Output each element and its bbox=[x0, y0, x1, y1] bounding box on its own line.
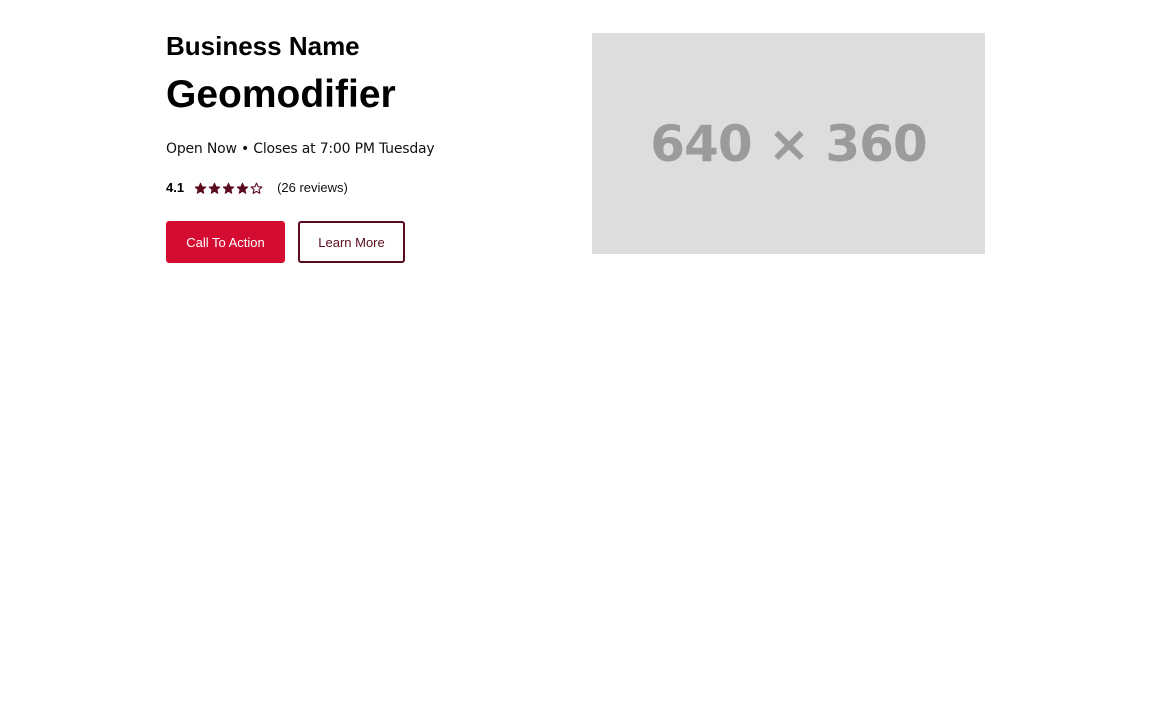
review-count[interactable]: (26 reviews) bbox=[277, 179, 348, 197]
star-filled-icon bbox=[208, 182, 221, 194]
star-empty-icon bbox=[250, 182, 263, 194]
star-filled-icon bbox=[194, 182, 207, 194]
business-name: Business Name bbox=[166, 31, 360, 61]
call-to-action-button[interactable]: Call To Action bbox=[166, 221, 285, 263]
rating-value: 4.1 bbox=[166, 180, 185, 195]
action-buttons: Call To Action Learn More bbox=[166, 221, 566, 263]
star-rating bbox=[194, 182, 263, 195]
hero-image-placeholder: 640 × 360 bbox=[592, 33, 985, 254]
star-filled-icon bbox=[236, 182, 249, 194]
hours-status: Open Now • Closes at 7:00 PM Tuesday bbox=[166, 141, 435, 157]
page: Business Name Geomodifier Open Now • Clo… bbox=[0, 0, 1152, 720]
learn-more-button[interactable]: Learn More bbox=[298, 221, 405, 263]
geomodifier-title: Geomodifier bbox=[166, 73, 396, 116]
business-info: Business Name Geomodifier Open Now • Clo… bbox=[166, 30, 566, 263]
star-filled-icon bbox=[222, 182, 235, 194]
rating-row: 4.1 (26 reviews) bbox=[166, 179, 566, 197]
image-placeholder-text: 640 × 360 bbox=[650, 114, 927, 173]
